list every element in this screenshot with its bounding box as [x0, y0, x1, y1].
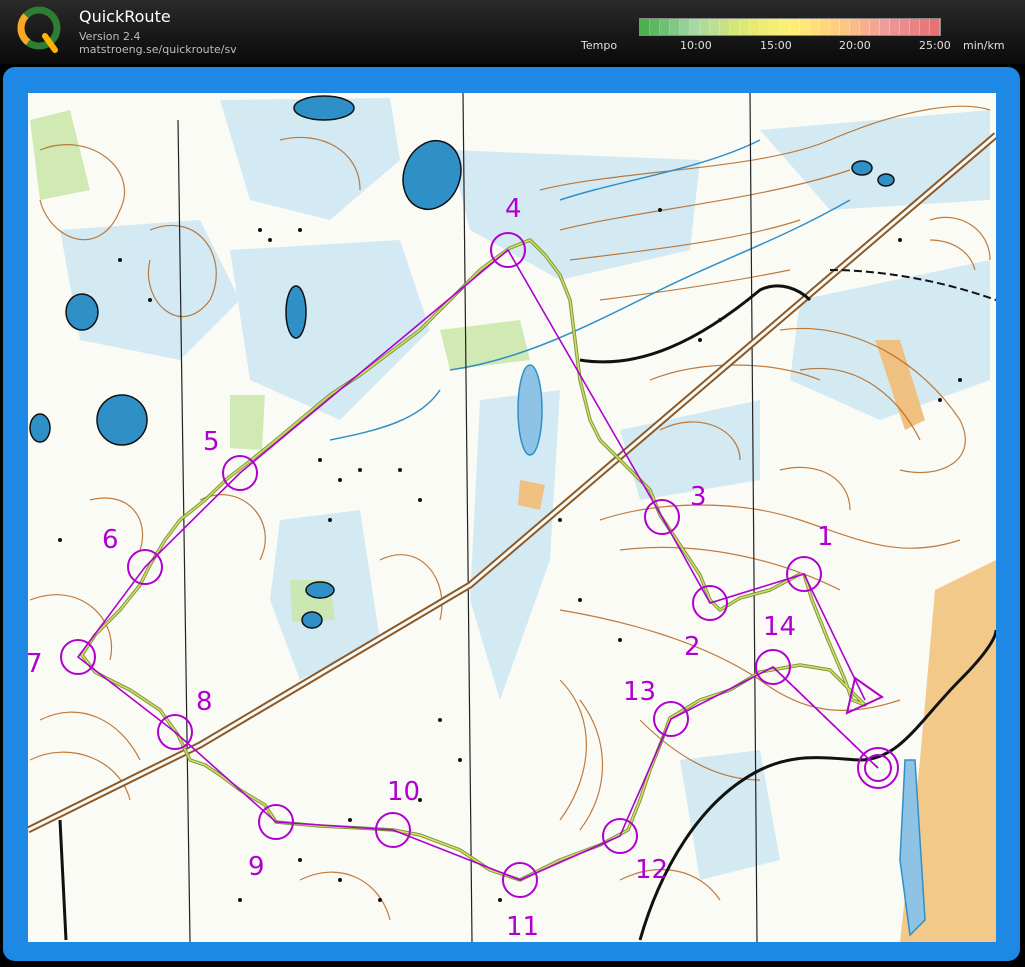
tempo-tick-20: 20:00: [839, 39, 871, 52]
tempo-scale-segment: [810, 19, 820, 35]
tempo-scale-segment: [920, 19, 930, 35]
tempo-scale-segment: [850, 19, 860, 35]
app-version: Version 2.4: [79, 30, 141, 43]
control-number-6: 6: [102, 525, 119, 555]
app-header: QuickRoute Version 2.4 matstroeng.se/qui…: [0, 0, 1025, 64]
tempo-scale-segment: [820, 19, 830, 35]
control-number-7: 7: [28, 649, 43, 679]
quickroute-logo-icon: [17, 6, 61, 53]
tempo-unit: min/km: [963, 39, 1005, 52]
tempo-scale-segment: [930, 19, 940, 35]
tempo-scale-segment: [860, 19, 870, 35]
tempo-scale-segment: [890, 19, 900, 35]
app-title: QuickRoute: [79, 7, 171, 26]
tempo-scale-segment: [710, 19, 720, 35]
tempo-scale-segment: [680, 19, 690, 35]
tempo-scale-segment: [830, 19, 840, 35]
tempo-label: Tempo: [581, 39, 618, 52]
control-number-10: 10: [387, 777, 420, 807]
tempo-scale-segment: [720, 19, 730, 35]
tempo-scale-segment: [690, 19, 700, 35]
tempo-scale-segment: [750, 19, 760, 35]
control-number-1: 1: [817, 522, 834, 552]
tempo-scale-segment: [670, 19, 680, 35]
control-number-14: 14: [763, 612, 796, 642]
tempo-tick-15: 15:00: [760, 39, 792, 52]
control-number-5: 5: [203, 427, 220, 457]
tempo-scale-segment: [880, 19, 890, 35]
orienteering-map[interactable]: 1 2 3 4 5 6 7 8 9 10 11 12 13 14: [28, 93, 996, 942]
tempo-tick-25: 25:00: [919, 39, 951, 52]
control-number-9: 9: [248, 852, 265, 882]
tempo-color-scale: [639, 18, 941, 36]
control-number-11: 11: [506, 912, 539, 942]
tempo-scale-segment: [780, 19, 790, 35]
tempo-scale-segment: [770, 19, 780, 35]
tempo-scale-segment: [700, 19, 710, 35]
tempo-scale-segment: [790, 19, 800, 35]
tempo-scale-segment: [910, 19, 920, 35]
app-url-link[interactable]: matstroeng.se/quickroute/sv: [79, 43, 237, 56]
tempo-tick-10: 10:00: [680, 39, 712, 52]
tempo-scale-segment: [870, 19, 880, 35]
control-number-8: 8: [196, 687, 213, 717]
control-number-2: 2: [684, 632, 701, 662]
tempo-scale-segment: [640, 19, 650, 35]
tempo-scale-segment: [760, 19, 770, 35]
control-number-3: 3: [690, 482, 707, 512]
control-number-4: 4: [505, 194, 522, 224]
tempo-scale-segment: [650, 19, 660, 35]
tempo-scale-segment: [800, 19, 810, 35]
map-canvas[interactable]: 1 2 3 4 5 6 7 8 9 10 11 12 13 14: [28, 93, 996, 942]
tempo-scale-segment: [840, 19, 850, 35]
tempo-scale-segment: [740, 19, 750, 35]
control-number-13: 13: [623, 677, 656, 707]
tempo-scale-segment: [660, 19, 670, 35]
tempo-scale-segment: [730, 19, 740, 35]
tempo-scale-segment: [900, 19, 910, 35]
control-number-12: 12: [635, 855, 668, 885]
